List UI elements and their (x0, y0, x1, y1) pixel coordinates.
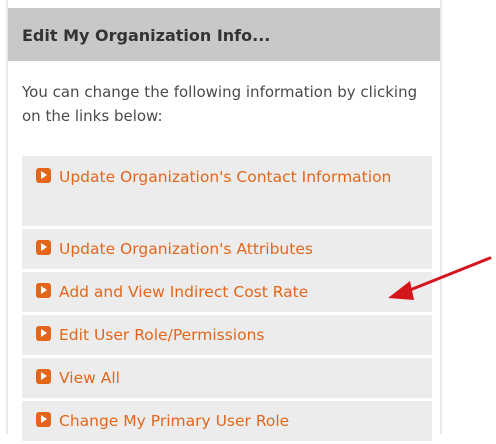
orange-arrow-bullet-icon (36, 168, 51, 183)
edit-org-info-panel: Edit My Organization Info... You can cha… (6, 0, 442, 444)
link-add-view-indirect-cost-rate[interactable]: Add and View Indirect Cost Rate (22, 272, 432, 315)
panel-title: Edit My Organization Info... (22, 26, 271, 45)
link-label: View All (59, 369, 120, 387)
link-edit-user-role-permissions[interactable]: Edit User Role/Permissions (22, 315, 432, 358)
link-label: Add and View Indirect Cost Rate (59, 283, 309, 301)
link-list: Update Organization's Contact Informatio… (22, 156, 432, 444)
panel-header: Edit My Organization Info... (8, 8, 440, 61)
orange-arrow-bullet-icon (36, 412, 51, 427)
link-change-primary-user-role[interactable]: Change My Primary User Role (22, 401, 432, 444)
link-view-all[interactable]: View All (22, 358, 432, 401)
intro-text: You can change the following information… (22, 83, 418, 125)
link-label: Edit User Role/Permissions (59, 326, 265, 344)
orange-arrow-bullet-icon (36, 326, 51, 341)
link-label: Update Organization's Contact Informatio… (59, 168, 392, 186)
link-update-contact-information[interactable]: Update Organization's Contact Informatio… (22, 156, 432, 229)
orange-arrow-bullet-icon (36, 369, 51, 384)
link-label: Change My Primary User Role (59, 412, 290, 430)
orange-arrow-bullet-icon (36, 283, 51, 298)
link-update-attributes[interactable]: Update Organization's Attributes (22, 229, 432, 272)
link-label: Update Organization's Attributes (59, 240, 313, 258)
orange-arrow-bullet-icon (36, 240, 51, 255)
